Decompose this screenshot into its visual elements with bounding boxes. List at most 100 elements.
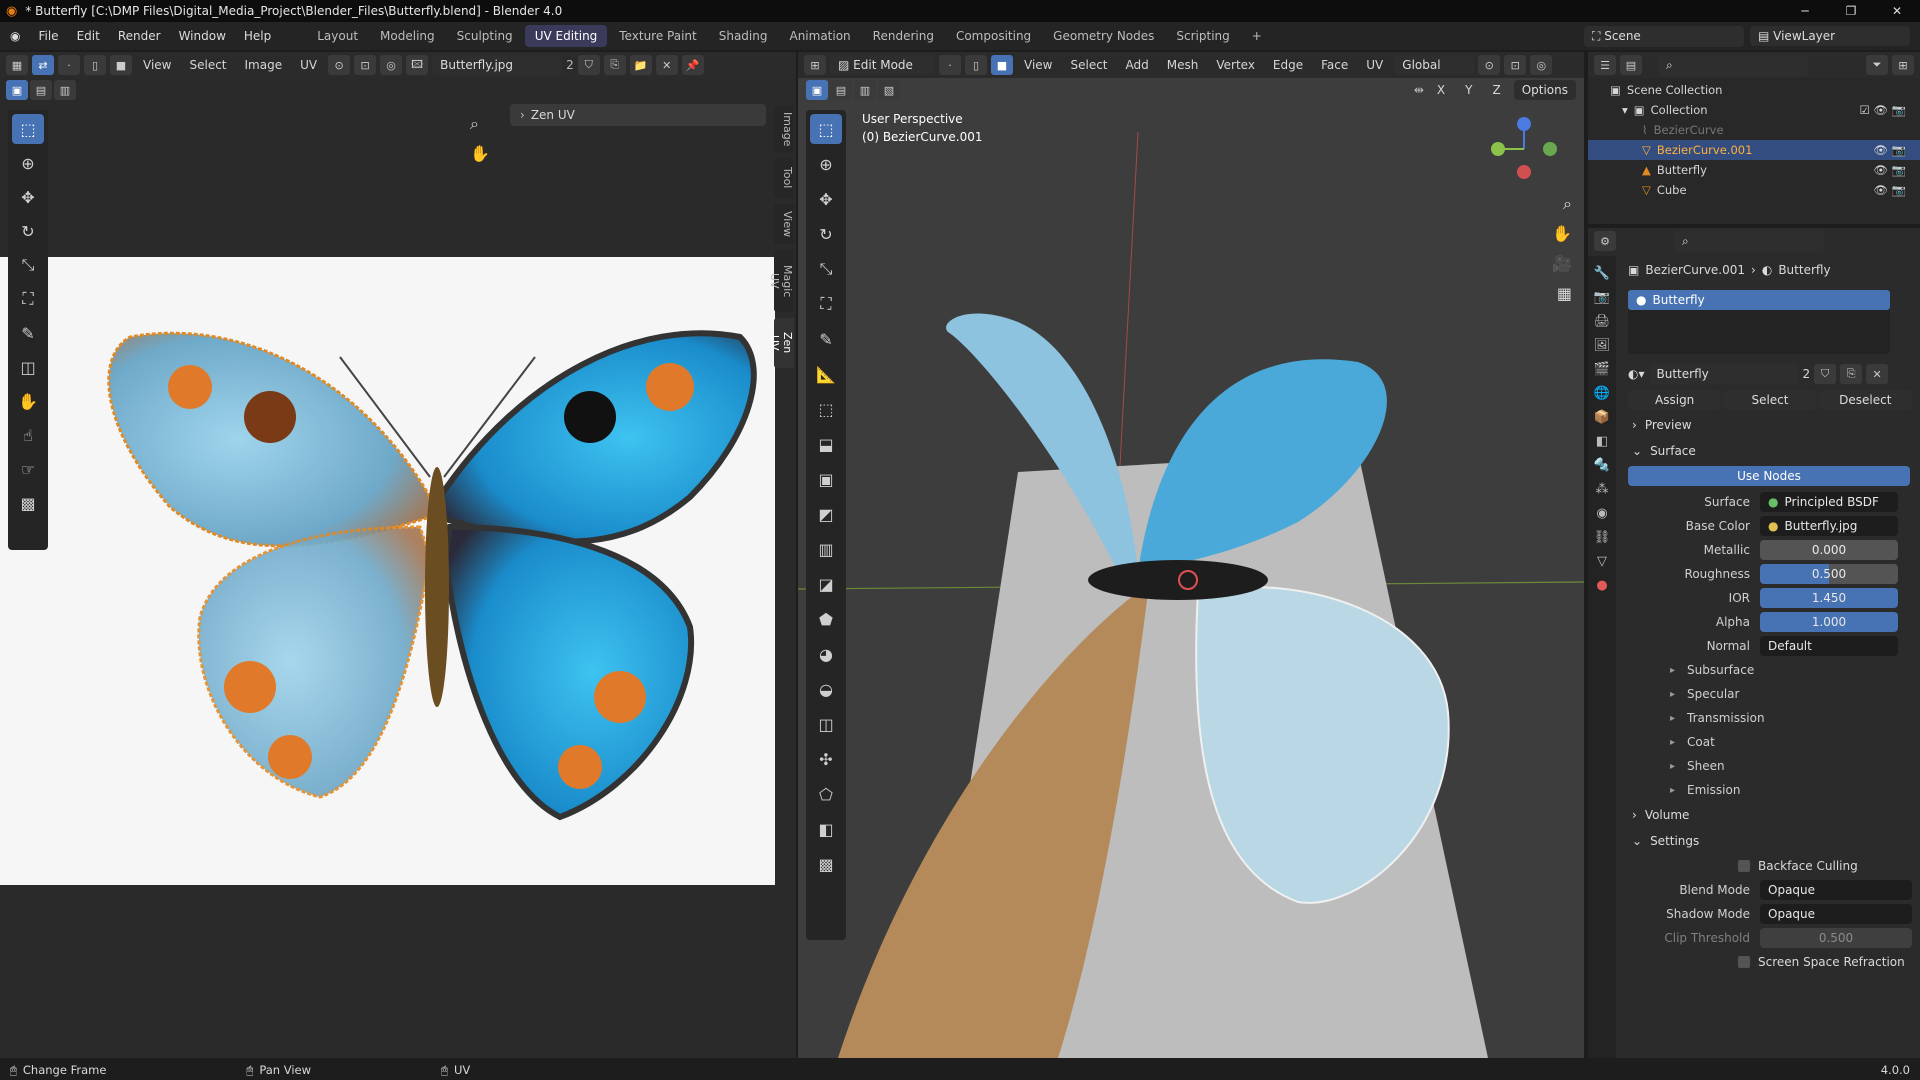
- fake-user-icon[interactable]: ⛉: [1814, 364, 1837, 384]
- material-slot-butterfly[interactable]: ● Butterfly: [1628, 290, 1890, 310]
- rotate-tool-icon[interactable]: ↻: [12, 216, 44, 246]
- vp-inset-tool-icon[interactable]: ▣: [810, 464, 842, 494]
- vp-bevel-tool-icon[interactable]: ◩: [810, 499, 842, 529]
- volume-panel-header[interactable]: › Volume: [1620, 802, 1920, 828]
- vp-camera-icon[interactable]: 🎥: [1552, 254, 1572, 273]
- ssr-checkbox[interactable]: [1738, 956, 1750, 968]
- vp-rotate-tool-icon[interactable]: ↻: [810, 219, 842, 249]
- scene-tab-icon[interactable]: 🎬: [1594, 362, 1610, 377]
- expand-icon[interactable]: ▾: [1622, 103, 1628, 117]
- new-image-icon[interactable]: ⎘: [603, 55, 626, 75]
- vp-extrude-tool-icon[interactable]: ⬓: [810, 429, 842, 459]
- pivot-icon[interactable]: ⊙: [328, 55, 351, 75]
- image-browse-icon[interactable]: 🖾: [406, 55, 429, 75]
- view-layer-selector[interactable]: ▤ ViewLayer: [1750, 26, 1910, 46]
- vp-zoom-icon[interactable]: ⌕: [1563, 194, 1572, 214]
- tab-uv-editing[interactable]: UV Editing: [524, 25, 608, 47]
- image-name-field[interactable]: Butterfly.jpg: [432, 55, 563, 75]
- outliner-item-beziercurve-001[interactable]: ▽ BezierCurve.001 👁 📷: [1588, 140, 1920, 160]
- tab-rendering[interactable]: Rendering: [863, 25, 944, 47]
- visibility-icon[interactable]: ☑ 👁 📷: [1859, 103, 1906, 117]
- tab-magic-uv[interactable]: Magic UV: [768, 250, 794, 312]
- uv-sync-icon[interactable]: ⇄: [32, 55, 54, 75]
- deselect-button[interactable]: Deselect: [1818, 390, 1912, 410]
- metallic-slider[interactable]: 0.000: [1760, 540, 1898, 560]
- surface-panel-header[interactable]: ⌄ Surface: [1620, 438, 1920, 464]
- tool-tab-icon[interactable]: 🔧: [1594, 266, 1610, 281]
- blend-mode-select[interactable]: Opaque: [1760, 880, 1912, 900]
- zoom-icon[interactable]: ⌕: [470, 114, 479, 134]
- eye-icon[interactable]: 👁 📷: [1873, 143, 1906, 157]
- sheen-subpanel[interactable]: Sheen: [1620, 754, 1920, 778]
- navigation-gizmo[interactable]: [1484, 114, 1564, 184]
- ior-slider[interactable]: 1.450: [1760, 588, 1898, 608]
- display-mode-icon[interactable]: ▤: [1620, 55, 1642, 75]
- base-color-field[interactable]: ● Butterfly.jpg: [1760, 516, 1898, 536]
- particles-tab-icon[interactable]: ⁂: [1596, 482, 1609, 497]
- annotate-tool-icon[interactable]: ✎: [12, 318, 44, 348]
- outliner-item-butterfly[interactable]: ▲ Butterfly 👁 📷: [1610, 160, 1920, 180]
- clip-threshold-slider[interactable]: 0.500: [1760, 928, 1912, 948]
- close-button[interactable]: ✕: [1874, 4, 1920, 18]
- uv-menu-view[interactable]: View: [136, 56, 178, 74]
- vp-polybuild-tool-icon[interactable]: ⬟: [810, 604, 842, 634]
- pin-icon[interactable]: 📌: [681, 55, 704, 75]
- tab-compositing[interactable]: Compositing: [946, 25, 1041, 47]
- outliner-item-beziercurve[interactable]: ⌇ BezierCurve: [1610, 120, 1920, 140]
- outliner-editor-type-icon[interactable]: ☰: [1594, 55, 1616, 75]
- move-tool-icon[interactable]: ✥: [12, 182, 44, 212]
- tab-zen-uv[interactable]: Zen UV: [768, 318, 794, 368]
- props-search-input[interactable]: ⌕: [1674, 230, 1824, 252]
- tab-view[interactable]: View: [774, 204, 794, 244]
- outliner-item-cube[interactable]: ▽ Cube 👁 📷: [1610, 180, 1920, 200]
- tab-modeling[interactable]: Modeling: [370, 25, 445, 47]
- data-tab-icon[interactable]: ▽: [1597, 554, 1607, 569]
- transform-tool-icon[interactable]: ⛶: [12, 284, 44, 314]
- pan-hand-icon[interactable]: ✋: [470, 144, 490, 163]
- subsurface-subpanel[interactable]: Subsurface: [1620, 658, 1920, 682]
- select-new-icon[interactable]: ▣: [6, 80, 28, 100]
- tab-animation[interactable]: Animation: [779, 25, 860, 47]
- outliner-search-input[interactable]: ⌕: [1658, 54, 1808, 76]
- uv-menu-image[interactable]: Image: [238, 56, 290, 74]
- transmission-subpanel[interactable]: Transmission: [1620, 706, 1920, 730]
- menu-file[interactable]: File: [30, 26, 66, 46]
- vertex-select-icon[interactable]: ·: [58, 55, 80, 75]
- edge-select-icon[interactable]: ▯: [84, 55, 106, 75]
- modifier-tab-icon[interactable]: 🔩: [1594, 458, 1610, 473]
- material-tab-icon[interactable]: ●: [1596, 578, 1607, 593]
- pinch-tool-icon[interactable]: ☞: [12, 454, 44, 484]
- coat-subpanel[interactable]: Coat: [1620, 730, 1920, 754]
- render-tab-icon[interactable]: 📷: [1594, 290, 1610, 305]
- vp-scale-tool-icon[interactable]: ⤡: [810, 254, 842, 284]
- settings-panel-header[interactable]: ⌄ Settings: [1620, 828, 1920, 854]
- tab-layout[interactable]: Layout: [307, 25, 368, 47]
- alpha-slider[interactable]: 1.000: [1760, 612, 1898, 632]
- roughness-slider[interactable]: 0.500: [1760, 564, 1898, 584]
- eye-icon[interactable]: 👁 📷: [1873, 163, 1906, 177]
- unlink-image-icon[interactable]: ✕: [655, 55, 678, 75]
- scale-tool-icon[interactable]: ⤡: [12, 250, 44, 280]
- viewport-scene[interactable]: [798, 52, 1584, 1058]
- vp-transform-tool-icon[interactable]: ⛶: [810, 289, 842, 319]
- view-layer-tab-icon[interactable]: 🖼: [1594, 338, 1611, 353]
- uv-image-canvas[interactable]: [0, 257, 775, 885]
- tab-image[interactable]: Image: [774, 106, 794, 152]
- vp-select-tool-icon[interactable]: ⬚: [810, 114, 842, 144]
- checker-tool-icon[interactable]: ▩: [12, 488, 44, 518]
- eye-icon[interactable]: 👁 📷: [1873, 183, 1906, 197]
- menu-render[interactable]: Render: [110, 26, 169, 46]
- shadow-mode-select[interactable]: Opaque: [1760, 904, 1912, 924]
- tab-texture-paint[interactable]: Texture Paint: [609, 25, 706, 47]
- outliner-collection[interactable]: ▾ ▣ Collection ☑ 👁 📷: [1610, 100, 1920, 120]
- menu-edit[interactable]: Edit: [69, 26, 108, 46]
- zen-uv-panel[interactable]: › Zen UV: [510, 104, 766, 126]
- object-tab-icon[interactable]: ◧: [1596, 434, 1608, 449]
- vp-edge-slide-tool-icon[interactable]: ◫: [810, 709, 842, 739]
- fake-user-icon[interactable]: ⛉: [577, 55, 600, 75]
- outliner-scene-collection[interactable]: ▣ Scene Collection: [1610, 80, 1920, 100]
- select-subtract-icon[interactable]: ▥: [54, 80, 76, 100]
- props-editor-type-icon[interactable]: ⚙: [1594, 231, 1616, 251]
- vp-cursor-tool-icon[interactable]: ⊕: [810, 149, 842, 179]
- emission-subpanel[interactable]: Emission: [1620, 778, 1920, 802]
